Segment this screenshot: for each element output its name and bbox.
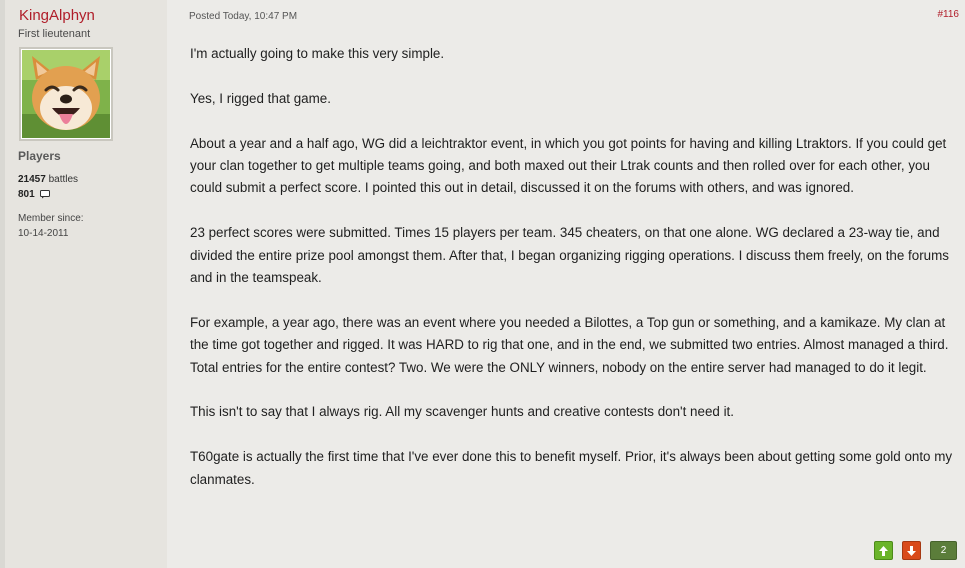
member-since-date: 10-14-2011 bbox=[18, 228, 69, 239]
author-battles: 21457 battles bbox=[18, 174, 78, 185]
author-username[interactable]: KingAlphyn bbox=[19, 7, 95, 24]
post-body: I'm actually going to make this very sim… bbox=[190, 43, 958, 513]
posts-count: 801 bbox=[18, 189, 35, 200]
author-posts[interactable]: 801 bbox=[18, 189, 51, 200]
member-since-label: Member since: bbox=[18, 213, 84, 224]
vote-count-badge: 2 bbox=[930, 541, 957, 560]
post-paragraph: Yes, I rigged that game. bbox=[190, 90, 331, 106]
post-paragraph: T60gate is actually the first time that … bbox=[190, 449, 953, 487]
author-avatar[interactable] bbox=[19, 47, 113, 141]
vote-down-button[interactable] bbox=[902, 541, 921, 560]
vote-controls: 2 bbox=[874, 541, 957, 560]
author-rank: First lieutenant bbox=[18, 28, 91, 40]
post-paragraph: This isn't to say that I always rig. All… bbox=[190, 404, 734, 420]
post-number-link[interactable]: #116 bbox=[937, 9, 959, 20]
speech-bubble-icon bbox=[40, 189, 51, 199]
author-panel: KingAlphyn First lieutenant Players 2145… bbox=[5, 0, 167, 568]
battles-count: 21457 bbox=[18, 174, 46, 185]
author-group: Players bbox=[18, 149, 61, 163]
post-paragraph: For example, a year ago, there was an ev… bbox=[190, 314, 949, 375]
post-paragraph: 23 perfect scores were submitted. Times … bbox=[190, 225, 949, 286]
post-timestamp: Posted Today, 10:47 PM bbox=[189, 11, 298, 22]
battles-label: battles bbox=[48, 174, 79, 185]
post-paragraph: I'm actually going to make this very sim… bbox=[190, 46, 445, 61]
vote-up-button[interactable] bbox=[874, 541, 893, 560]
post-paragraph: About a year and a half ago, WG did a le… bbox=[190, 135, 947, 196]
smiling-dog-avatar-icon bbox=[22, 50, 110, 138]
arrow-down-icon bbox=[907, 545, 916, 556]
arrow-up-icon bbox=[879, 545, 888, 556]
